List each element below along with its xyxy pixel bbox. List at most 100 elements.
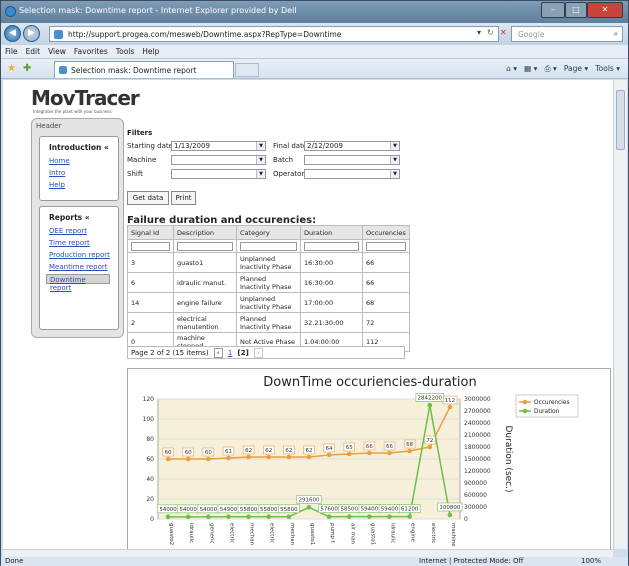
tab-downtime-report[interactable]: Selection mask: Downtime report xyxy=(54,61,234,78)
collapse-icon: « xyxy=(104,143,109,152)
scroll-thumb[interactable] xyxy=(616,90,625,150)
data-label: 61200 xyxy=(401,507,419,513)
data-point xyxy=(367,450,372,456)
chevron-down-icon: ▼ xyxy=(256,156,265,164)
data-label: 54000 xyxy=(200,507,218,513)
tools-menu[interactable]: Tools ▾ xyxy=(595,64,620,73)
chart-title: DownTime occuriencies-duration xyxy=(263,375,476,390)
col-category[interactable]: Category xyxy=(236,225,301,240)
x-tick-label: mechan xyxy=(249,523,255,546)
x-tick-label: pump f. xyxy=(329,523,335,544)
security-zone[interactable]: Internet | Protected Mode: Off xyxy=(419,557,523,565)
sidebar-link-time[interactable]: Time report xyxy=(40,238,118,250)
sidebar-link-oee[interactable]: OEE report xyxy=(40,226,118,238)
x-tick-label: mechan xyxy=(289,523,295,546)
page-content: MovTracer Integrates the plant with your… xyxy=(3,80,613,549)
sidebar-link-intro[interactable]: Intro xyxy=(40,168,118,180)
final-date-label: Final date xyxy=(273,142,308,150)
refresh-icon[interactable]: ↻ xyxy=(487,28,494,37)
data-point xyxy=(427,444,433,450)
feeds-icon[interactable]: ▦ xyxy=(524,64,531,73)
page-link-1[interactable]: 1 xyxy=(228,349,232,357)
new-tab-button[interactable] xyxy=(235,63,259,77)
data-point xyxy=(286,454,292,460)
col-signal-id[interactable]: Signal Id xyxy=(127,225,174,240)
reports-title[interactable]: Reports « xyxy=(40,207,118,226)
menu-view[interactable]: View xyxy=(48,47,66,56)
chevron-down-icon: ▼ xyxy=(390,156,399,164)
next-page-icon[interactable]: › xyxy=(254,348,263,358)
y-tick-label: 20 xyxy=(146,496,154,503)
batch-select[interactable]: ▼ xyxy=(304,155,400,165)
collapse-icon: « xyxy=(84,213,90,222)
introduction-box: Introduction « Home Intro Help xyxy=(39,136,119,201)
zoom-level[interactable]: 100% xyxy=(581,557,601,565)
machine-select[interactable]: ▼ xyxy=(171,155,266,165)
sidebar-link-help[interactable]: Help xyxy=(40,180,118,192)
starting-date-field[interactable]: 1/13/2009 ▼ xyxy=(171,141,266,151)
y-tick-label: 40 xyxy=(146,476,154,483)
prev-page-icon[interactable]: ‹ xyxy=(213,348,223,358)
operator-select[interactable]: ▼ xyxy=(304,169,400,179)
home-icon[interactable]: ⌂ xyxy=(506,64,511,73)
col-occurencies[interactable]: Occurencies xyxy=(362,225,410,240)
data-label: 62 xyxy=(245,448,252,454)
command-bar: ⌂ ▾ ▦ ▾ ⎙ ▾ Page ▾ Tools ▾ xyxy=(506,64,620,73)
horizontal-scrollbar[interactable] xyxy=(3,549,613,557)
table-row: 2 electrical manutention Planned Inactivit… xyxy=(127,312,410,333)
data-point xyxy=(306,454,312,460)
menu-edit[interactable]: Edit xyxy=(26,47,41,56)
final-date-field[interactable]: 2/12/2009 ▼ xyxy=(304,141,400,151)
dropdown-icon[interactable]: ▾ xyxy=(477,28,481,37)
sidebar-link-production[interactable]: Production report xyxy=(40,250,118,262)
back-button[interactable]: ◀ xyxy=(4,25,21,42)
url-input[interactable]: http://support.progea.com/mesweb/Downtim… xyxy=(49,26,499,42)
search-icon[interactable]: ⌕ xyxy=(614,29,618,39)
legend-marker xyxy=(522,408,528,414)
data-point xyxy=(226,455,231,461)
print-icon[interactable]: ⎙ xyxy=(545,64,551,73)
add-favorites-icon[interactable]: ✚ xyxy=(23,63,31,74)
get-data-button[interactable]: Get data xyxy=(127,191,169,205)
status-text: Done xyxy=(5,557,24,565)
sidebar: Header Introduction « Home Intro Help Re… xyxy=(31,118,124,338)
x-tick-label: idraulic xyxy=(188,523,194,543)
search-input[interactable]: Google ⌕ xyxy=(511,26,623,42)
tab-bar: ★ ✚ Selection mask: Downtime report ⌂ ▾ … xyxy=(1,59,628,79)
shift-select[interactable]: ▼ xyxy=(171,169,266,179)
table-pager: Page 2 of 2 (15 items) ‹ 1 [2] › xyxy=(127,346,405,359)
menu-tools[interactable]: Tools xyxy=(116,47,134,56)
filter-input[interactable] xyxy=(131,241,170,251)
table-row: 14 engine failure Unplanned Inactivity Pha… xyxy=(127,292,410,313)
data-point xyxy=(206,514,211,520)
data-label: 55800 xyxy=(240,507,258,513)
forward-button[interactable]: ▶ xyxy=(23,25,40,42)
sidebar-link-meantime[interactable]: Meantime report xyxy=(40,262,118,274)
maximize-button[interactable]: □ xyxy=(565,2,587,18)
filter-input[interactable] xyxy=(177,241,233,251)
vertical-scrollbar[interactable] xyxy=(613,80,627,549)
stop-icon[interactable]: ✕ xyxy=(500,28,507,37)
y2-tick-label: 3000000 xyxy=(464,396,491,403)
filter-input[interactable] xyxy=(304,241,359,251)
data-label: 60 xyxy=(165,450,172,456)
close-button[interactable]: ✕ xyxy=(587,2,623,18)
sidebar-link-downtime[interactable]: Downtime report xyxy=(46,274,110,292)
page-menu[interactable]: Page ▾ xyxy=(564,64,588,73)
data-label: 62 xyxy=(285,448,292,454)
data-label: 60 xyxy=(205,450,212,456)
sidebar-link-home[interactable]: Home xyxy=(40,156,118,168)
y-tick-label: 80 xyxy=(146,436,154,443)
col-description[interactable]: Description xyxy=(173,225,237,240)
menu-help[interactable]: Help xyxy=(142,47,159,56)
print-button[interactable]: Print xyxy=(171,191,196,205)
menu-favorites[interactable]: Favorites xyxy=(74,47,108,56)
favorites-star-icon[interactable]: ★ xyxy=(7,63,16,74)
col-duration[interactable]: Duration xyxy=(300,225,363,240)
minimize-button[interactable]: – xyxy=(541,2,565,18)
menu-file[interactable]: File xyxy=(5,47,18,56)
introduction-title[interactable]: Introduction « xyxy=(40,137,118,156)
filter-input[interactable] xyxy=(240,241,297,251)
filter-input[interactable] xyxy=(366,241,406,251)
data-point xyxy=(306,505,312,510)
